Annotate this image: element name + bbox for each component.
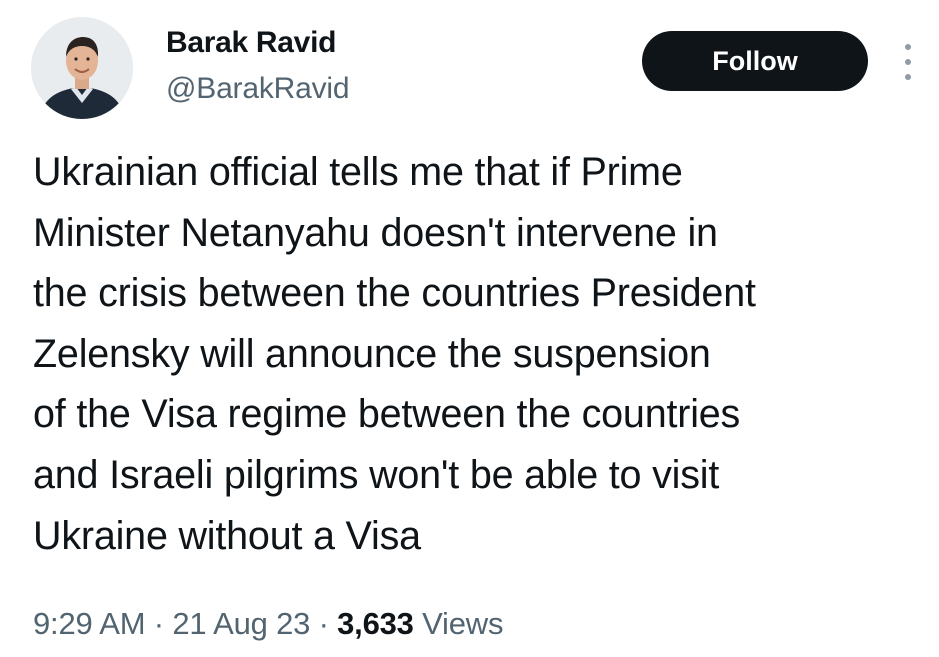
tweet-text-line: Zelensky will announce the suspension [33, 331, 711, 376]
tweet-text-line: the crisis between the countries Preside… [33, 271, 756, 316]
views-label: Views [422, 606, 504, 641]
tweet-card: Barak Ravid @BarakRavid Follow Ukrainian… [0, 0, 939, 657]
vertical-ellipsis-icon-dot [905, 59, 911, 65]
profile-photo-icon [31, 17, 133, 119]
author-handle[interactable]: @BarakRavid [166, 72, 350, 106]
tweet-text-line: Minister Netanyahu doesn't intervene in [33, 210, 718, 255]
tweet-date[interactable]: 21 Aug 23 [172, 606, 310, 641]
more-options-button[interactable] [898, 44, 918, 80]
tweet-text-line: of the Visa regime between the countries [33, 392, 741, 437]
meta-separator: · [153, 606, 164, 641]
tweet-meta: 9:29 AM · 21 Aug 23 · 3,633 Views [33, 606, 503, 642]
follow-button[interactable]: Follow [642, 31, 868, 91]
tweet-time[interactable]: 9:29 AM [33, 606, 146, 641]
tweet-text: Ukrainian official tells me that if Prim… [33, 142, 933, 566]
meta-separator: · [318, 606, 329, 641]
vertical-ellipsis-icon [905, 44, 911, 50]
tweet-text-line: Ukrainian official tells me that if Prim… [33, 150, 683, 194]
view-count: 3,633 [337, 606, 414, 641]
avatar[interactable] [31, 17, 133, 119]
tweet-text-line: and Israeli pilgrims won't be able to vi… [33, 452, 720, 497]
tweet-text-line: Ukraine without a Visa [33, 513, 421, 558]
vertical-ellipsis-icon-dot [905, 74, 911, 80]
author-name[interactable]: Barak Ravid [166, 26, 336, 60]
